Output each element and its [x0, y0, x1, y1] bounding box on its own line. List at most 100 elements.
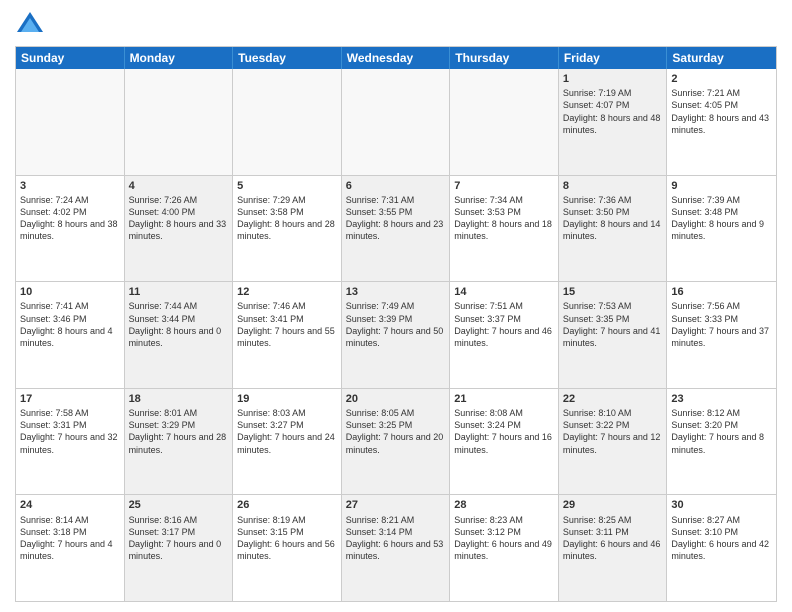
cell-info: Sunrise: 7:34 AM Sunset: 3:53 PM Dayligh… [454, 194, 554, 243]
calendar-cell: 21Sunrise: 8:08 AM Sunset: 3:24 PM Dayli… [450, 389, 559, 495]
calendar-cell: 13Sunrise: 7:49 AM Sunset: 3:39 PM Dayli… [342, 282, 451, 388]
calendar-cell: 8Sunrise: 7:36 AM Sunset: 3:50 PM Daylig… [559, 176, 668, 282]
cell-info: Sunrise: 7:53 AM Sunset: 3:35 PM Dayligh… [563, 300, 663, 349]
day-number: 7 [454, 179, 554, 193]
calendar-cell: 16Sunrise: 7:56 AM Sunset: 3:33 PM Dayli… [667, 282, 776, 388]
calendar-cell: 22Sunrise: 8:10 AM Sunset: 3:22 PM Dayli… [559, 389, 668, 495]
logo-icon [15, 10, 45, 40]
cell-info: Sunrise: 8:23 AM Sunset: 3:12 PM Dayligh… [454, 514, 554, 563]
day-number: 2 [671, 72, 772, 86]
calendar-cell: 10Sunrise: 7:41 AM Sunset: 3:46 PM Dayli… [16, 282, 125, 388]
calendar-row: 24 Sunrise: 8:14 AM Sunset: 3:18 PM Dayli… [16, 495, 776, 601]
cell-info: Sunrise: 8:14 AM Sunset: 3:18 PM Dayligh… [20, 514, 120, 563]
day-number: 17 [20, 392, 120, 406]
day-number: 30 [671, 498, 772, 512]
cell-info: Sunrise: 7:51 AM Sunset: 3:37 PM Dayligh… [454, 300, 554, 349]
calendar-cell: 6Sunrise: 7:31 AM Sunset: 3:55 PM Daylig… [342, 176, 451, 282]
cell-info: Sunrise: 7:41 AM Sunset: 3:46 PM Dayligh… [20, 300, 120, 349]
calendar-cell: 24 Sunrise: 8:14 AM Sunset: 3:18 PM Dayli… [16, 495, 125, 601]
cell-info: Sunrise: 7:39 AM Sunset: 3:48 PM Dayligh… [671, 194, 772, 243]
calendar-cell: 7Sunrise: 7:34 AM Sunset: 3:53 PM Daylig… [450, 176, 559, 282]
cell-info: Sunrise: 7:29 AM Sunset: 3:58 PM Dayligh… [237, 194, 337, 243]
calendar-row: 10Sunrise: 7:41 AM Sunset: 3:46 PM Dayli… [16, 282, 776, 389]
day-number: 22 [563, 392, 663, 406]
calendar-cell: 26Sunrise: 8:19 AM Sunset: 3:15 PM Dayli… [233, 495, 342, 601]
calendar-cell: 27 Sunrise: 8:21 AM Sunset: 3:14 PM Dayli… [342, 495, 451, 601]
day-number: 21 [454, 392, 554, 406]
day-number: 29 [563, 498, 663, 512]
page: SundayMondayTuesdayWednesdayThursdayFrid… [0, 0, 792, 612]
calendar-cell: 23Sunrise: 8:12 AM Sunset: 3:20 PM Dayli… [667, 389, 776, 495]
calendar-cell: 5Sunrise: 7:29 AM Sunset: 3:58 PM Daylig… [233, 176, 342, 282]
day-number: 19 [237, 392, 337, 406]
cell-info: Sunrise: 7:26 AM Sunset: 4:00 PM Dayligh… [129, 194, 229, 243]
cell-info: Sunrise: 8:01 AM Sunset: 3:29 PM Dayligh… [129, 407, 229, 456]
calendar-cell: 25 Sunrise: 8:16 AM Sunset: 3:17 PM Dayli… [125, 495, 234, 601]
cell-info: Sunrise: 8:16 AM Sunset: 3:17 PM Dayligh… [129, 514, 229, 563]
weekday-header: Tuesday [233, 47, 342, 69]
calendar-row: 17Sunrise: 7:58 AM Sunset: 3:31 PM Dayli… [16, 389, 776, 496]
header [15, 10, 777, 40]
cell-info: Sunrise: 7:44 AM Sunset: 3:44 PM Dayligh… [129, 300, 229, 349]
cell-info: Sunrise: 8:12 AM Sunset: 3:20 PM Dayligh… [671, 407, 772, 456]
calendar-body: 1Sunrise: 7:19 AM Sunset: 4:07 PM Daylig… [16, 69, 776, 601]
calendar-cell [16, 69, 125, 175]
calendar-cell: 17Sunrise: 7:58 AM Sunset: 3:31 PM Dayli… [16, 389, 125, 495]
calendar-cell: 4Sunrise: 7:26 AM Sunset: 4:00 PM Daylig… [125, 176, 234, 282]
cell-info: Sunrise: 8:05 AM Sunset: 3:25 PM Dayligh… [346, 407, 446, 456]
day-number: 20 [346, 392, 446, 406]
calendar-cell: 14Sunrise: 7:51 AM Sunset: 3:37 PM Dayli… [450, 282, 559, 388]
calendar-cell: 28 Sunrise: 8:23 AM Sunset: 3:12 PM Dayli… [450, 495, 559, 601]
day-number: 11 [129, 285, 229, 299]
day-number: 13 [346, 285, 446, 299]
day-number: 15 [563, 285, 663, 299]
day-number: 5 [237, 179, 337, 193]
calendar-cell: 2Sunrise: 7:21 AM Sunset: 4:05 PM Daylig… [667, 69, 776, 175]
day-number: 23 [671, 392, 772, 406]
weekday-header: Thursday [450, 47, 559, 69]
cell-info: Sunrise: 8:10 AM Sunset: 3:22 PM Dayligh… [563, 407, 663, 456]
calendar-cell: 20Sunrise: 8:05 AM Sunset: 3:25 PM Dayli… [342, 389, 451, 495]
day-number: 1 [563, 72, 663, 86]
day-number: 8 [563, 179, 663, 193]
cell-info: Sunrise: 7:49 AM Sunset: 3:39 PM Dayligh… [346, 300, 446, 349]
calendar-cell: 3Sunrise: 7:24 AM Sunset: 4:02 PM Daylig… [16, 176, 125, 282]
day-number: 26 [237, 498, 337, 512]
cell-info: Sunrise: 8:21 AM Sunset: 3:14 PM Dayligh… [346, 514, 446, 563]
calendar-row: 1Sunrise: 7:19 AM Sunset: 4:07 PM Daylig… [16, 69, 776, 176]
day-number: 14 [454, 285, 554, 299]
cell-info: Sunrise: 7:24 AM Sunset: 4:02 PM Dayligh… [20, 194, 120, 243]
day-number: 25 [129, 498, 229, 512]
weekday-header: Friday [559, 47, 668, 69]
day-number: 10 [20, 285, 120, 299]
cell-info: Sunrise: 8:08 AM Sunset: 3:24 PM Dayligh… [454, 407, 554, 456]
cell-info: Sunrise: 7:58 AM Sunset: 3:31 PM Dayligh… [20, 407, 120, 456]
calendar-row: 3Sunrise: 7:24 AM Sunset: 4:02 PM Daylig… [16, 176, 776, 283]
cell-info: Sunrise: 8:03 AM Sunset: 3:27 PM Dayligh… [237, 407, 337, 456]
calendar-cell [450, 69, 559, 175]
day-number: 27 [346, 498, 446, 512]
calendar-cell: 19Sunrise: 8:03 AM Sunset: 3:27 PM Dayli… [233, 389, 342, 495]
day-number: 18 [129, 392, 229, 406]
day-number: 3 [20, 179, 120, 193]
calendar-cell: 1Sunrise: 7:19 AM Sunset: 4:07 PM Daylig… [559, 69, 668, 175]
logo [15, 10, 49, 40]
weekday-header: Sunday [16, 47, 125, 69]
weekday-header: Monday [125, 47, 234, 69]
day-number: 28 [454, 498, 554, 512]
cell-info: Sunrise: 8:27 AM Sunset: 3:10 PM Dayligh… [671, 514, 772, 563]
cell-info: Sunrise: 7:31 AM Sunset: 3:55 PM Dayligh… [346, 194, 446, 243]
calendar-cell [342, 69, 451, 175]
cell-info: Sunrise: 7:21 AM Sunset: 4:05 PM Dayligh… [671, 87, 772, 136]
calendar-cell: 15Sunrise: 7:53 AM Sunset: 3:35 PM Dayli… [559, 282, 668, 388]
day-number: 12 [237, 285, 337, 299]
day-number: 16 [671, 285, 772, 299]
cell-info: Sunrise: 8:25 AM Sunset: 3:11 PM Dayligh… [563, 514, 663, 563]
calendar: SundayMondayTuesdayWednesdayThursdayFrid… [15, 46, 777, 602]
calendar-cell [233, 69, 342, 175]
cell-info: Sunrise: 7:36 AM Sunset: 3:50 PM Dayligh… [563, 194, 663, 243]
day-number: 6 [346, 179, 446, 193]
calendar-cell [125, 69, 234, 175]
day-number: 24 [20, 498, 120, 512]
weekday-header: Wednesday [342, 47, 451, 69]
